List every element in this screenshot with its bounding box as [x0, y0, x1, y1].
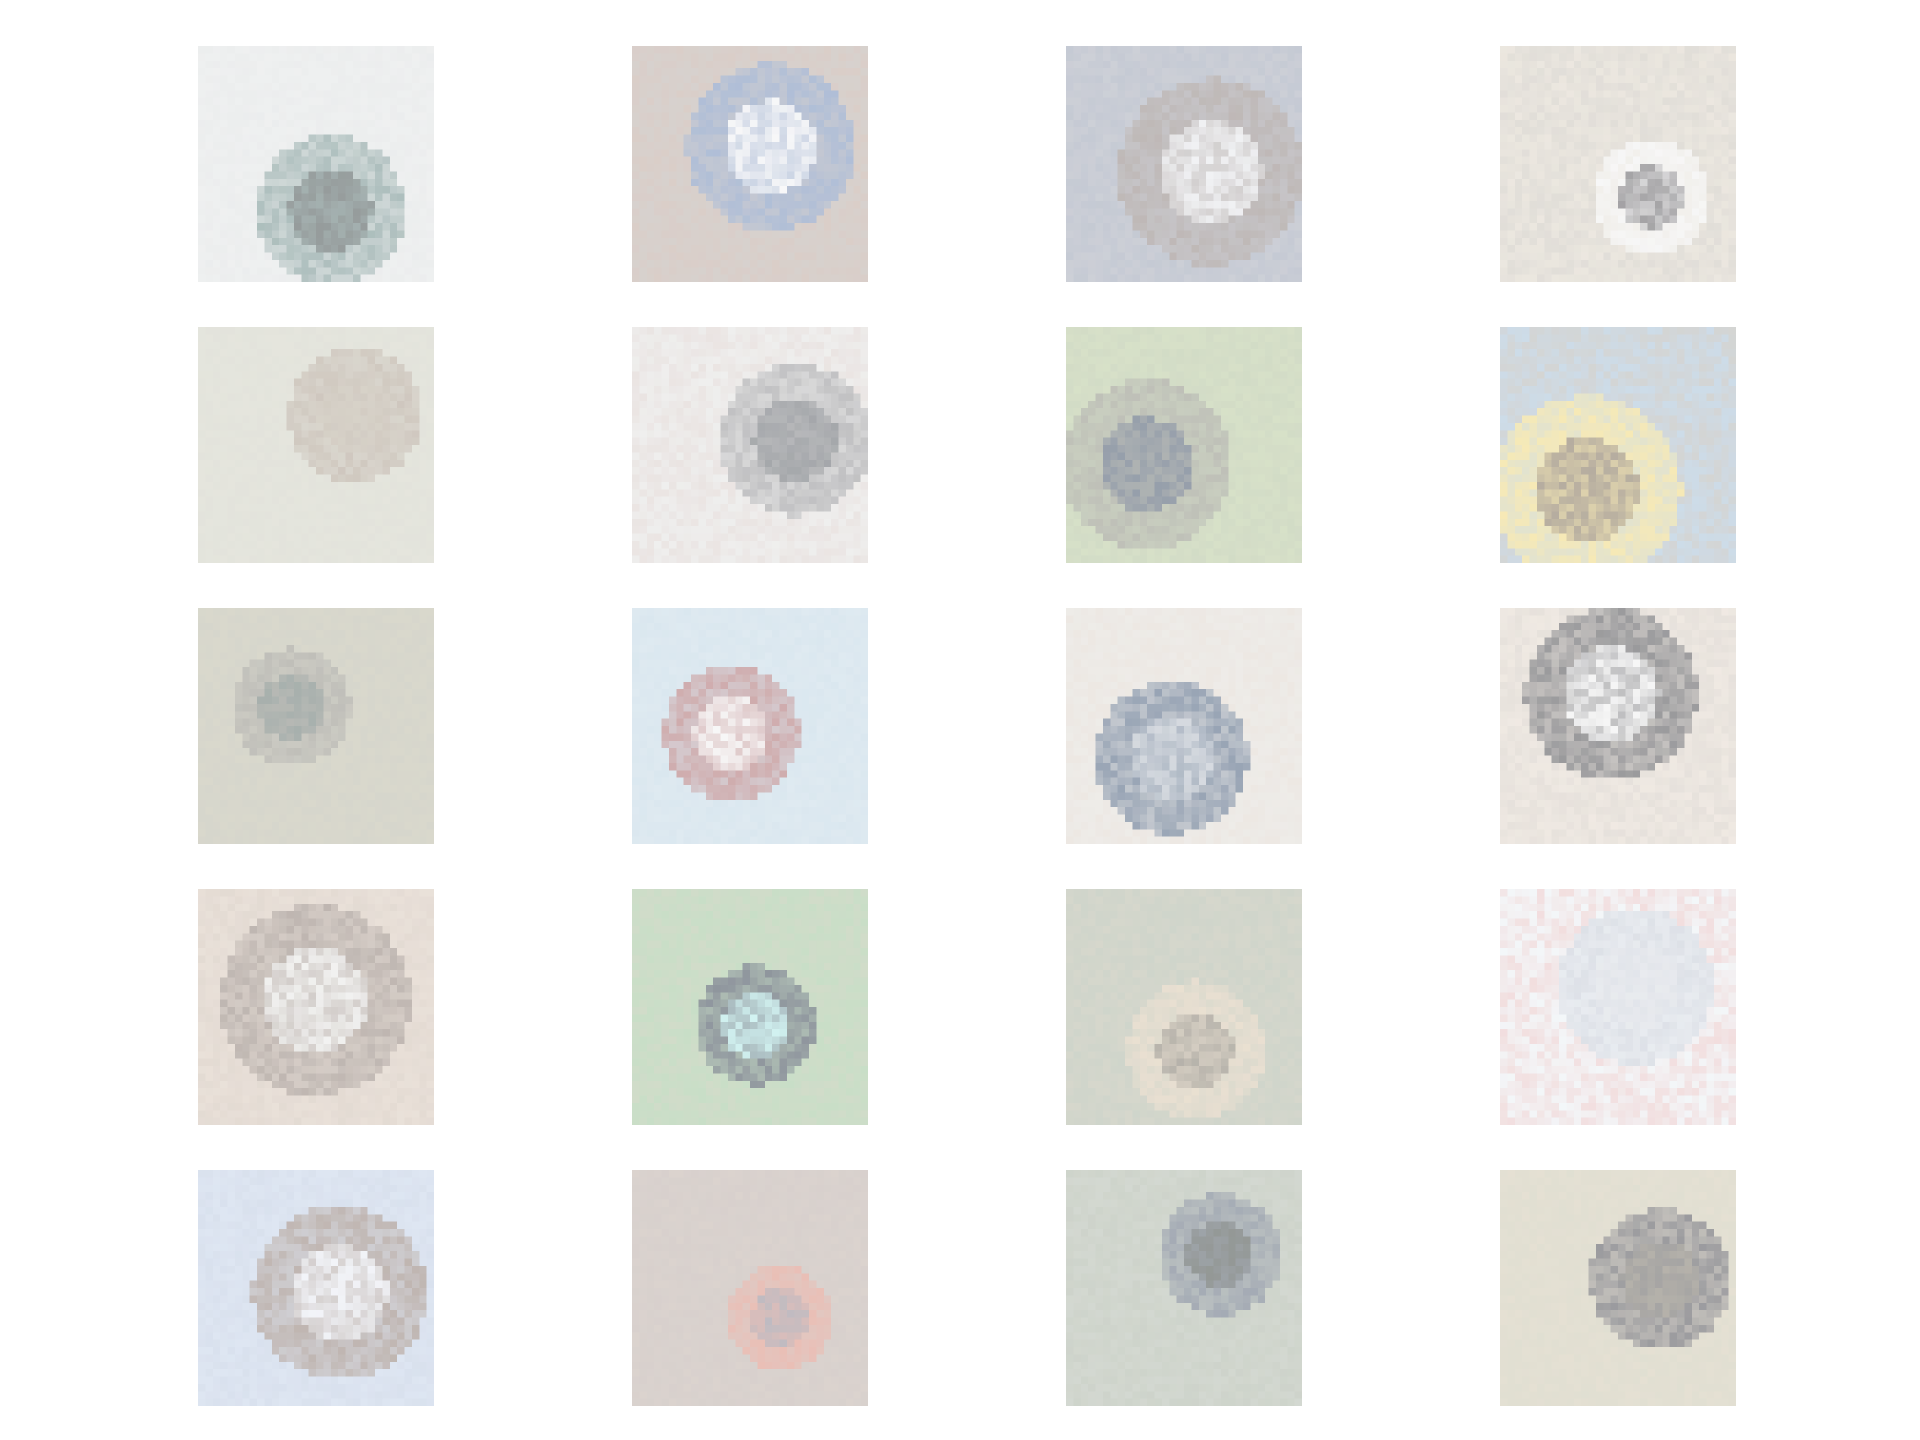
tile-image	[198, 327, 434, 563]
image-tile-bird-flying	[1066, 608, 1302, 844]
tile-image	[198, 608, 434, 844]
image-tile-dog-in-foliage	[198, 608, 434, 844]
image-tile-cow-or-horse	[1500, 46, 1736, 282]
image-tile-pale-blue-scene	[198, 1170, 434, 1406]
image-tile-red-airplane	[632, 608, 868, 844]
image-tile-airplane-on-ground	[198, 46, 434, 282]
image-tile-frog-or-bird	[1066, 327, 1302, 563]
image-tile-blurry-brown-animal	[198, 327, 434, 563]
image-tile-car-in-forest	[1066, 1170, 1302, 1406]
tile-image	[198, 46, 434, 282]
image-tile-truck-or-ship	[632, 327, 868, 563]
image-tile-bird-perched	[632, 46, 868, 282]
tile-image	[1500, 327, 1736, 563]
image-tile-blurry-animal	[1066, 46, 1302, 282]
image-tile-horse-black-white	[1500, 608, 1736, 844]
tile-image	[1066, 608, 1302, 844]
tile-image	[198, 889, 434, 1125]
tile-image	[1066, 1170, 1302, 1406]
image-tile-plane-in-sky	[1500, 327, 1736, 563]
image-tile-ostrich-on-sand	[1066, 889, 1302, 1125]
image-tile-dark-animal-on-sand	[1500, 1170, 1736, 1406]
tile-image	[1066, 889, 1302, 1125]
image-tile-cat-on-green	[632, 889, 868, 1125]
image-grid	[0, 0, 1920, 1440]
image-tile-deer-or-horse	[198, 889, 434, 1125]
tile-image	[1500, 608, 1736, 844]
tile-image	[1500, 46, 1736, 282]
tile-image	[1500, 1170, 1736, 1406]
tile-image	[1066, 327, 1302, 563]
tile-image	[1500, 889, 1736, 1125]
tile-image	[632, 1170, 868, 1406]
tile-image	[632, 608, 868, 844]
tile-image	[1066, 46, 1302, 282]
tile-image	[632, 889, 868, 1125]
image-tile-white-bird	[1500, 889, 1736, 1125]
image-tile-horse-red	[632, 1170, 868, 1406]
tile-image	[632, 327, 868, 563]
tile-image	[198, 1170, 434, 1406]
tile-image	[632, 46, 868, 282]
